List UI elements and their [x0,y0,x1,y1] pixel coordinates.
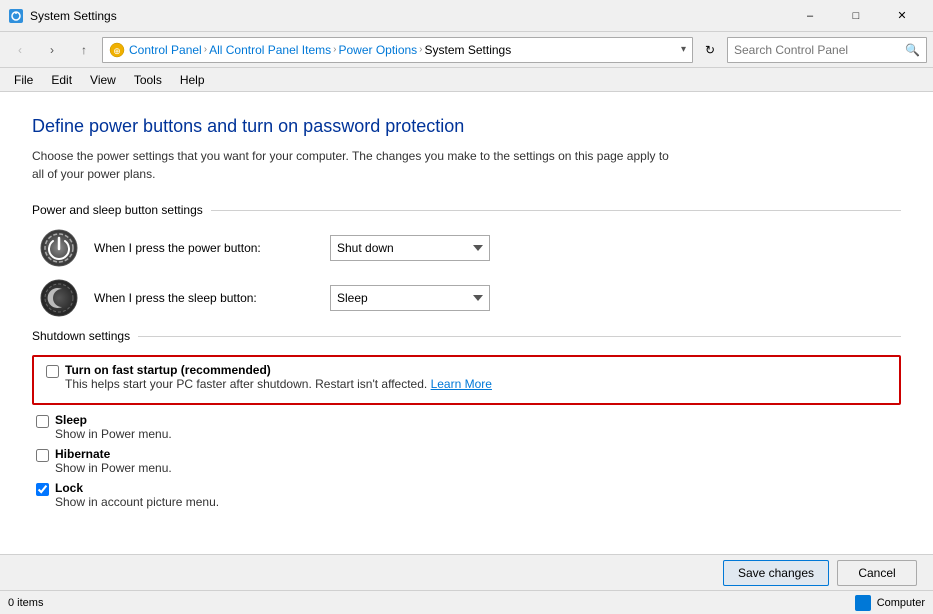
menu-file[interactable]: File [6,71,41,89]
maximize-button[interactable]: □ [833,0,879,32]
lock-sub-label: Show in account picture menu. [55,495,219,509]
fast-startup-checkbox[interactable] [46,365,59,378]
sleep-checkbox-row: Sleep Show in Power menu. [32,413,901,441]
menu-view[interactable]: View [82,71,124,89]
title-bar: System Settings – □ ✕ [0,0,933,32]
menu-bar: File Edit View Tools Help [0,68,933,92]
up-button[interactable]: ↑ [70,36,98,64]
computer-status-icon [855,595,871,611]
window-title: System Settings [30,9,787,23]
fast-startup-box: Turn on fast startup (recommended) This … [32,355,901,405]
breadcrumb: Control Panel › All Control Panel Items … [129,43,511,57]
page-title: Define power buttons and turn on passwor… [32,116,901,137]
svg-text:⊕: ⊕ [113,46,121,56]
sleep-button-icon [40,279,78,317]
hibernate-checkbox-label: Hibernate [55,447,172,461]
status-items: 0 items [8,597,43,609]
back-button[interactable]: ‹ [6,36,34,64]
status-bar: 0 items Computer [0,590,933,614]
lock-checkbox[interactable] [36,483,49,496]
power-button-label: When I press the power button: [94,241,314,255]
power-button-select[interactable]: Do nothing Sleep Hibernate Shut down Tur… [330,235,490,261]
menu-help[interactable]: Help [172,71,213,89]
sleep-sub-label: Show in Power menu. [55,427,172,441]
status-computer: Computer [877,597,925,609]
status-right: Computer [855,595,925,611]
power-button-row: When I press the power button: Do nothin… [32,229,901,267]
fast-startup-desc: This helps start your PC faster after sh… [65,377,492,391]
address-dropdown-icon[interactable]: ▾ [681,44,686,55]
breadcrumb-control-panel[interactable]: Control Panel [129,43,202,57]
app-icon [8,8,24,24]
window-controls: – □ ✕ [787,0,925,32]
cancel-button[interactable]: Cancel [837,560,917,586]
sleep-button-row: When I press the sleep button: Do nothin… [32,279,901,317]
fast-startup-label: Turn on fast startup (recommended) [65,363,492,377]
power-sleep-section-header: Power and sleep button settings [32,203,901,217]
shutdown-section-header: Shutdown settings [32,329,901,343]
fast-startup-row: Turn on fast startup (recommended) This … [42,363,891,391]
sleep-button-label: When I press the sleep button: [94,291,314,305]
lock-checkbox-row: Lock Show in account picture menu. [32,481,901,509]
sleep-checkbox[interactable] [36,415,49,428]
minimize-button[interactable]: – [787,0,833,32]
sleep-checkbox-label: Sleep [55,413,172,427]
breadcrumb-power-options[interactable]: Power Options [338,43,417,57]
main-content: Define power buttons and turn on passwor… [0,92,933,554]
refresh-button[interactable]: ↻ [697,37,723,63]
address-bar: ⊕ Control Panel › All Control Panel Item… [102,37,693,63]
hibernate-sub-label: Show in Power menu. [55,461,172,475]
navigation-bar: ‹ › ↑ ⊕ Control Panel › All Control Pane… [0,32,933,68]
search-icon[interactable]: 🔍 [905,43,920,57]
search-input[interactable] [734,43,905,57]
learn-more-link[interactable]: Learn More [431,377,492,391]
hibernate-checkbox-row: Hibernate Show in Power menu. [32,447,901,475]
menu-edit[interactable]: Edit [43,71,80,89]
page-description: Choose the power settings that you want … [32,147,682,183]
hibernate-checkbox[interactable] [36,449,49,462]
breadcrumb-all-items[interactable]: All Control Panel Items [209,43,331,57]
save-button[interactable]: Save changes [723,560,829,586]
close-button[interactable]: ✕ [879,0,925,32]
menu-tools[interactable]: Tools [126,71,170,89]
power-button-icon [40,229,78,267]
breadcrumb-current: System Settings [425,43,512,57]
bottom-bar: Save changes Cancel [0,554,933,590]
sleep-button-select[interactable]: Do nothing Sleep Hibernate Shut down Tur… [330,285,490,311]
lock-checkbox-label: Lock [55,481,219,495]
search-bar: 🔍 [727,37,927,63]
location-icon: ⊕ [109,42,125,58]
forward-button[interactable]: › [38,36,66,64]
